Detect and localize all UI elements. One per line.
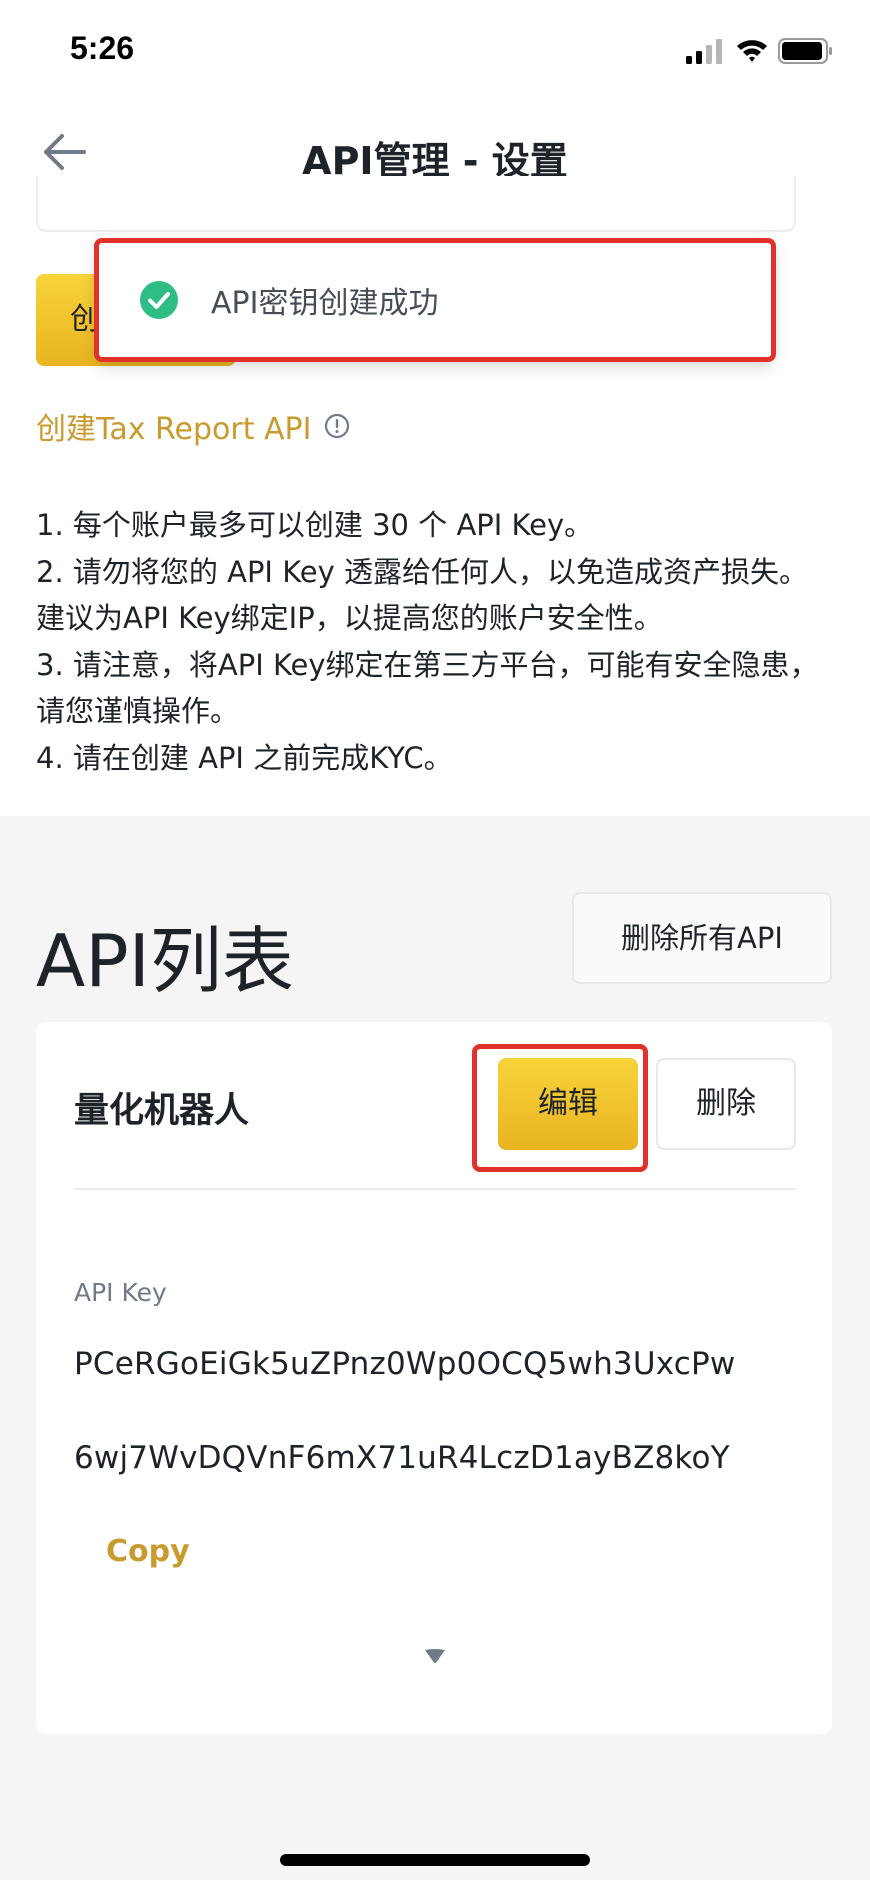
delete-all-api-button[interactable]: 删除所有API (572, 892, 832, 984)
status-time: 5:26 (70, 30, 135, 66)
api-key-value: 6wj7WvDQVnF6mX71uR4LczD1ayBZ8koY (74, 1440, 730, 1476)
status-bar: 5:26 (0, 0, 870, 100)
wifi-icon (737, 40, 767, 62)
tax-report-label: 创建Tax Report API (36, 412, 312, 447)
tax-report-api-link[interactable]: 创建Tax Report API (36, 404, 351, 448)
battery-icon (778, 38, 832, 64)
edit-highlight-box (472, 1044, 648, 1172)
card-divider (74, 1188, 796, 1190)
note-item: 4. 请在创建 API 之前完成KYC。 (36, 740, 453, 775)
signal-icon (686, 39, 722, 64)
info-icon[interactable] (323, 412, 351, 440)
delete-button[interactable]: 删除 (656, 1058, 796, 1150)
api-list-section: API列表 删除所有API 量化机器人 编辑 删除 API Key PCeRGo… (0, 816, 870, 1880)
api-key-value: PCeRGoEiGk5uZPnz0Wp0OCQ5wh3UxcPw (74, 1346, 736, 1382)
api-card: 量化机器人 编辑 删除 API Key PCeRGoEiGk5uZPnz0Wp0… (36, 1022, 832, 1734)
note-item: 1. 每个账户最多可以创建 30 个 API Key。 (36, 508, 594, 542)
api-notes: 1. 每个账户最多可以创建 30 个 API Key。 2. 请勿将您的 API… (36, 502, 836, 781)
caret-down-icon[interactable] (424, 1648, 446, 1664)
api-label-input[interactable] (36, 176, 796, 232)
toast-highlight-box (94, 238, 776, 362)
home-indicator (280, 1854, 590, 1866)
note-item: 2. 请勿将您的 API Key 透露给任何人，以免造成资产损失。建议为API … (36, 554, 808, 636)
api-list-title: API列表 (36, 919, 294, 1003)
api-name: 量化机器人 (74, 1091, 250, 1131)
note-item: 3. 请注意，将API Key绑定在第三方平台，可能有安全隐患，请您谨慎操作。 (36, 647, 819, 729)
api-key-label: API Key (74, 1278, 167, 1307)
copy-button[interactable]: Copy (106, 1534, 190, 1569)
